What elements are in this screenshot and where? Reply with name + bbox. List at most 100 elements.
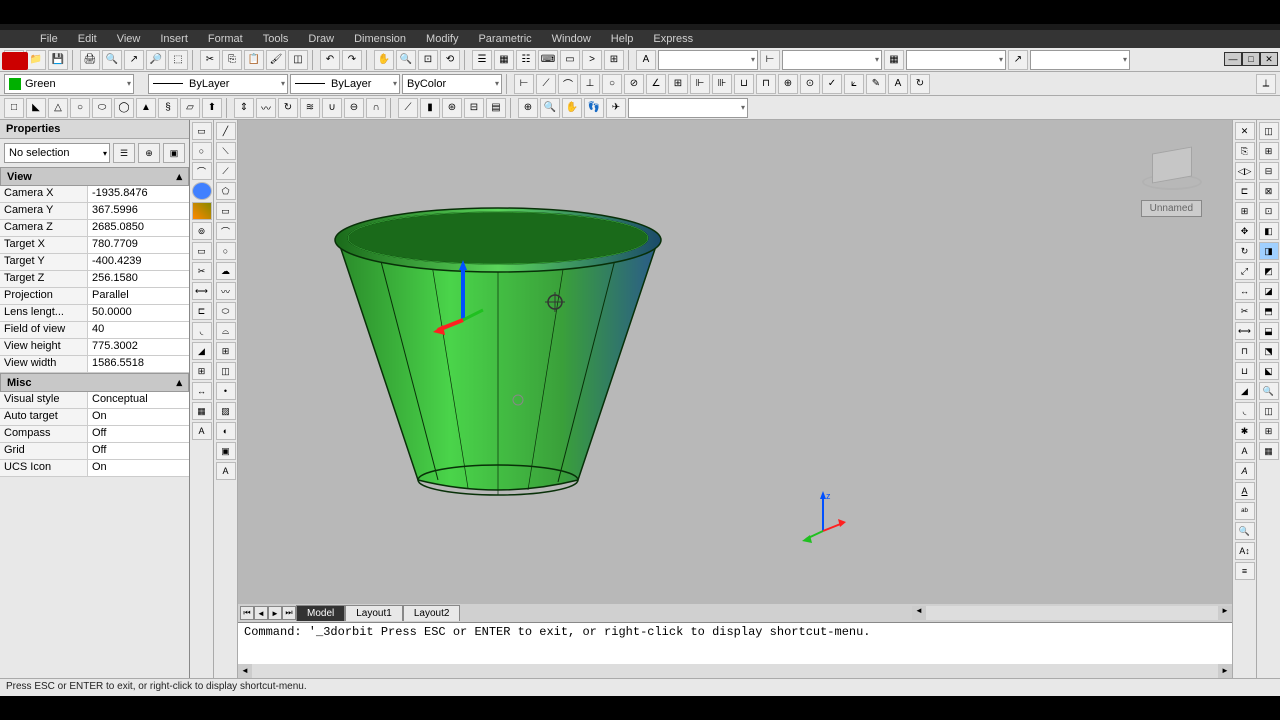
rect-tool[interactable]: ▭ [216, 202, 236, 220]
sheet-button[interactable]: ▦ [494, 50, 514, 70]
rotate-tool[interactable]: ↻ [1235, 242, 1255, 260]
box-button[interactable]: □ [4, 98, 24, 118]
prop-row[interactable]: Field of view40 [0, 322, 189, 339]
xline-tool[interactable]: ⟍ [216, 142, 236, 160]
arc2-tool[interactable]: ⌒ [216, 222, 236, 240]
prop-row[interactable]: CompassOff [0, 426, 189, 443]
dim-aligned-button[interactable]: ⟋ [536, 74, 556, 94]
view-section-header[interactable]: View▴ [0, 167, 189, 186]
slice-button[interactable]: ⟋ [398, 98, 418, 118]
tool-palette-button[interactable]: ☷ [516, 50, 536, 70]
orbit-button[interactable]: ⊕ [518, 98, 538, 118]
menu-insert[interactable]: Insert [150, 31, 198, 47]
solid-edit4[interactable]: ⊠ [1259, 182, 1279, 200]
tolerance-button[interactable]: ⊕ [778, 74, 798, 94]
solid-edit13[interactable]: ⬕ [1259, 362, 1279, 380]
tab-first-button[interactable]: ⏮ [240, 606, 254, 620]
mtext-tool[interactable]: A [216, 462, 236, 480]
table-style-combo[interactable] [906, 50, 1006, 70]
zoom-rt-button[interactable]: 🔍 [540, 98, 560, 118]
solid-edit8[interactable]: ◩ [1259, 262, 1279, 280]
flatshot-button[interactable]: ▤ [486, 98, 506, 118]
prop-value[interactable]: On [88, 409, 189, 425]
pyramid-button[interactable]: ▲ [136, 98, 156, 118]
dim-angular-button[interactable]: ∠ [646, 74, 666, 94]
torus-button[interactable]: ◯ [114, 98, 134, 118]
prop-value[interactable]: 50.0000 [88, 305, 189, 321]
prop-row[interactable]: Camera Y367.5996 [0, 203, 189, 220]
solid-edit11[interactable]: ⬓ [1259, 322, 1279, 340]
extrude-button[interactable]: ⬆ [202, 98, 222, 118]
menu-parametric[interactable]: Parametric [468, 31, 541, 47]
offset2-tool[interactable]: ⊏ [1235, 182, 1255, 200]
justify-tool[interactable]: ≡ [1235, 562, 1255, 580]
copy-tool[interactable]: ⎘ [1235, 142, 1255, 160]
hscroll[interactable]: ◄ ► [912, 606, 1232, 620]
redo-button[interactable]: ↷ [342, 50, 362, 70]
print-button[interactable]: 🖨 [80, 50, 100, 70]
walk-button[interactable]: 👣 [584, 98, 604, 118]
solid-edit12[interactable]: ⬔ [1259, 342, 1279, 360]
prop-value[interactable]: 367.5996 [88, 203, 189, 219]
close-button[interactable]: ✕ [1260, 52, 1278, 66]
save-button[interactable]: 💾 [48, 50, 68, 70]
solid-edit6[interactable]: ◧ [1259, 222, 1279, 240]
mtext-a-tool[interactable]: A [1235, 442, 1255, 460]
prop-value[interactable]: Off [88, 443, 189, 459]
polygon-tool[interactable]: ⬠ [216, 182, 236, 200]
zoom-extents[interactable]: 🔍 [1259, 382, 1279, 400]
prop-value[interactable]: Conceptual [88, 392, 189, 408]
pickadd-button[interactable]: ⊕ [138, 143, 160, 163]
menu-file[interactable]: File [30, 31, 68, 47]
prop-row[interactable]: UCS IconOn [0, 460, 189, 477]
rectangle-tool[interactable]: ▭ [192, 122, 212, 140]
cmd-scroll[interactable] [238, 664, 1232, 678]
solid-edit1[interactable]: ◫ [1259, 122, 1279, 140]
solid-edit9[interactable]: ◪ [1259, 282, 1279, 300]
prop-row[interactable]: Target X780.7709 [0, 237, 189, 254]
dim-space-button[interactable]: ⊔ [734, 74, 754, 94]
line-tool[interactable]: ╱ [216, 122, 236, 140]
prop-row[interactable]: Lens lengt...50.0000 [0, 305, 189, 322]
selection-combo[interactable]: No selection [4, 143, 110, 163]
array-tool[interactable]: ⊞ [192, 362, 212, 380]
cone-button[interactable]: △ [48, 98, 68, 118]
select-obj-button[interactable]: ▣ [163, 143, 185, 163]
block-button[interactable]: ◫ [288, 50, 308, 70]
plotstyle-combo[interactable]: ByColor [402, 74, 502, 94]
mtext-ai-tool[interactable]: A [1235, 462, 1255, 480]
loft-button[interactable]: ≋ [300, 98, 320, 118]
mleader-style-button[interactable]: ↗ [1008, 50, 1028, 70]
maximize-button[interactable]: □ [1242, 52, 1260, 66]
tab-next-button[interactable]: ► [268, 606, 282, 620]
circle-tool[interactable]: ○ [192, 142, 212, 160]
solid-edit15[interactable]: ⊞ [1259, 422, 1279, 440]
prop-value[interactable]: 775.3002 [88, 339, 189, 355]
command-line[interactable]: Command: '_3dorbit Press ESC or ENTER to… [238, 622, 1232, 664]
block-tool[interactable]: ◫ [216, 362, 236, 380]
text-tool[interactable]: A [192, 422, 212, 440]
prop-value[interactable]: 780.7709 [88, 237, 189, 253]
chamfer-tool[interactable]: ◢ [192, 342, 212, 360]
copy-button[interactable]: ⎘ [222, 50, 242, 70]
extend-tool[interactable]: ⟷ [192, 282, 212, 300]
pline-tool[interactable]: ⟋ [216, 162, 236, 180]
prop-value[interactable]: 40 [88, 322, 189, 338]
preview-button[interactable]: 🔍 [102, 50, 122, 70]
quickselect-button[interactable]: ☰ [113, 143, 135, 163]
array2-tool[interactable]: ⊞ [1235, 202, 1255, 220]
zoom-button[interactable]: 🔍 [396, 50, 416, 70]
ellipse-arc-tool[interactable]: ⌓ [216, 322, 236, 340]
pan-rt-button[interactable]: ✋ [562, 98, 582, 118]
viewport[interactable]: z Unnamed [238, 120, 1232, 604]
cmdline-button[interactable]: > [582, 50, 602, 70]
publish-button[interactable]: ↗ [124, 50, 144, 70]
table-tool[interactable]: ▦ [192, 402, 212, 420]
table-style-button[interactable]: ▦ [884, 50, 904, 70]
menu-dimension[interactable]: Dimension [344, 31, 416, 47]
tab-prev-button[interactable]: ◄ [254, 606, 268, 620]
menu-view[interactable]: View [107, 31, 151, 47]
sphere3d-tool[interactable] [192, 182, 212, 200]
zoom-window-button[interactable]: ⊡ [418, 50, 438, 70]
tab-layout1[interactable]: Layout1 [345, 605, 403, 621]
